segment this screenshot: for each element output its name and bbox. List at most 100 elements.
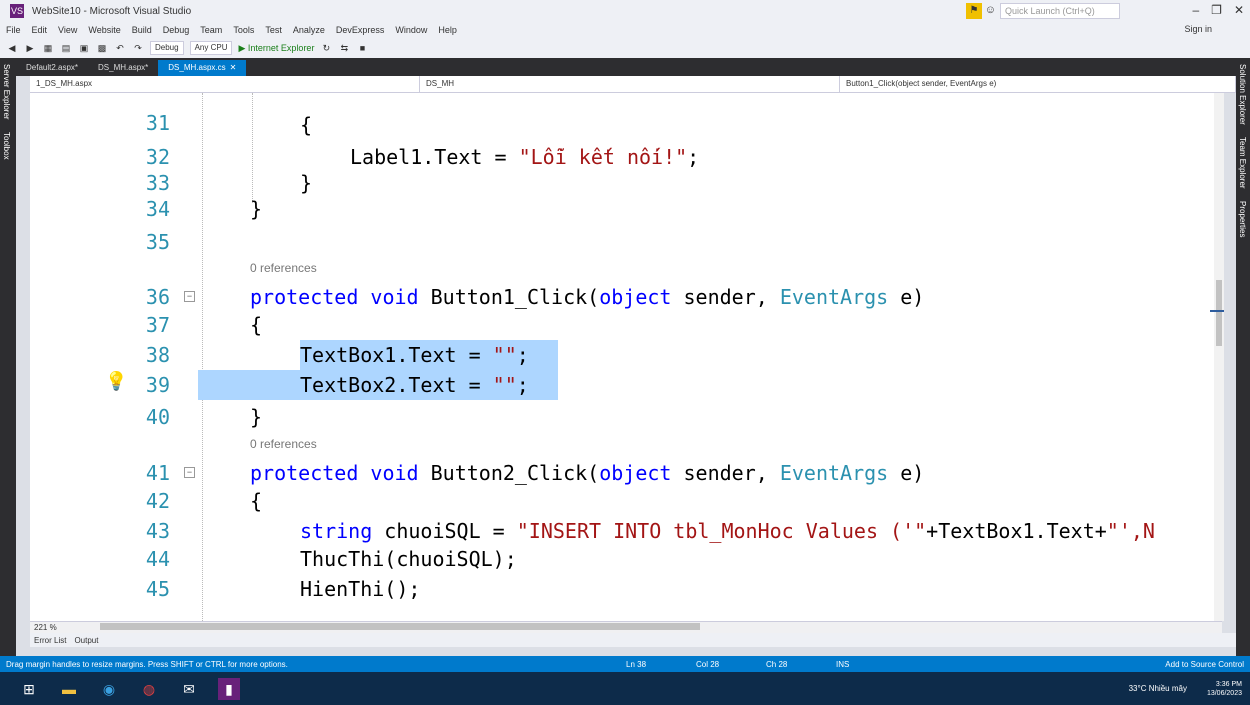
weather-widget[interactable]: 33°C Nhiều mây — [1129, 684, 1187, 693]
back-icon[interactable]: ◀ — [6, 42, 18, 54]
code-token: e) — [888, 285, 925, 309]
code-line-43: string chuoiSQL = "INSERT INTO tbl_MonHo… — [300, 519, 1155, 543]
tab-ds-mh-aspx[interactable]: DS_MH.aspx* — [88, 60, 158, 76]
left-tool-rail: Server Explorer Toolbox — [0, 58, 16, 660]
status-message: Drag margin handles to resize margins. P… — [6, 659, 288, 669]
open-icon[interactable]: ▤ — [60, 42, 72, 54]
tab-default2[interactable]: Default2.aspx* — [16, 60, 88, 76]
configuration-dropdown[interactable]: Debug — [150, 41, 184, 55]
menu-help[interactable]: Help — [438, 25, 457, 35]
menu-file[interactable]: File — [6, 25, 21, 35]
code-editor[interactable]: 31 32 33 34 35 36 37 38 39 40 41 42 43 4… — [30, 93, 1222, 621]
output-tab[interactable]: Output — [74, 636, 98, 645]
properties-tab[interactable]: Properties — [1236, 195, 1249, 243]
code-token: void — [358, 461, 419, 485]
visual-studio-icon: VS — [10, 4, 24, 18]
team-explorer-tab[interactable]: Team Explorer — [1236, 131, 1249, 195]
undo-icon[interactable]: ↶ — [114, 42, 126, 54]
code-token: Button1_Click( — [418, 285, 600, 309]
lightbulb-icon[interactable]: 💡 — [105, 371, 127, 392]
vertical-scrollbar[interactable] — [1214, 93, 1224, 621]
menu-debug[interactable]: Debug — [163, 25, 190, 35]
zoom-level-dropdown[interactable]: 221 % — [34, 623, 57, 632]
line-number: 39 — [145, 373, 170, 397]
code-line-31: { — [300, 113, 313, 137]
menu-build[interactable]: Build — [132, 25, 152, 35]
sign-in-link[interactable]: Sign in — [1184, 24, 1212, 34]
right-tool-rail: Solution Explorer Team Explorer Properti… — [1236, 58, 1250, 660]
visual-studio-taskbar-icon[interactable]: ▮ — [218, 677, 240, 700]
menu-window[interactable]: Window — [395, 25, 427, 35]
file-explorer-icon[interactable]: ▬ — [58, 678, 80, 700]
close-tab-icon[interactable]: ✕ — [230, 63, 237, 72]
close-icon[interactable]: ✕ — [1234, 3, 1244, 17]
windows-taskbar: ⊞ ▬ ◉ ◍ ✉ ▮ 33°C Nhiều mây 3:36 PM 13/06/… — [0, 672, 1250, 705]
server-explorer-tab[interactable]: Server Explorer — [0, 58, 13, 126]
forward-icon[interactable]: ▶ — [24, 42, 36, 54]
references-codelens[interactable]: 0 references — [250, 261, 317, 275]
chrome-icon[interactable]: ◍ — [138, 678, 160, 700]
code-token: chuoiSQL = — [372, 519, 517, 543]
references-codelens[interactable]: 0 references — [250, 437, 317, 451]
collapse-toggle-icon[interactable]: − — [184, 467, 195, 478]
horizontal-scroll-thumb[interactable] — [100, 623, 700, 630]
line-number: 33 — [145, 171, 170, 195]
refresh-icon[interactable]: ↻ — [320, 42, 332, 54]
clock[interactable]: 3:36 PM 13/06/2023 — [1207, 680, 1242, 698]
code-token: "" — [492, 343, 517, 367]
code-line-44: ThucThi(chuoiSQL); — [300, 547, 517, 571]
browser-link-icon[interactable]: ⇆ — [338, 42, 350, 54]
code-token: sender, — [671, 461, 780, 485]
navigation-bar: 1_DS_MH.aspx DS_MH Button1_Click(object … — [30, 75, 1236, 93]
save-all-icon[interactable]: ▩ — [96, 42, 108, 54]
code-line-42: { — [250, 489, 263, 513]
clock-time: 3:36 PM — [1215, 680, 1242, 688]
mail-icon[interactable]: ✉ — [178, 678, 200, 700]
status-insert-mode: INS — [836, 659, 850, 669]
vertical-scroll-thumb[interactable] — [1216, 280, 1222, 346]
quick-launch-input[interactable]: Quick Launch (Ctrl+Q) — [1000, 3, 1120, 19]
collapse-toggle-icon[interactable]: − — [184, 291, 195, 302]
add-to-source-control-button[interactable]: Add to Source Control — [1165, 660, 1244, 669]
menu-test[interactable]: Test — [265, 25, 282, 35]
menu-view[interactable]: View — [58, 25, 77, 35]
class-dropdown[interactable]: DS_MH — [420, 75, 840, 93]
code-line-41: protected void Button2_Click(object send… — [250, 461, 924, 485]
code-token: "" — [492, 373, 517, 397]
maximize-icon[interactable]: ❐ — [1211, 3, 1222, 17]
indent-guide — [202, 93, 203, 621]
tab-ds-mh-cs[interactable]: DS_MH.aspx.cs ✕ — [158, 60, 247, 76]
code-token: Label1.Text = — [350, 145, 519, 169]
toolbox-tab[interactable]: Toolbox — [0, 126, 13, 166]
line-number: 37 — [145, 313, 170, 337]
code-token: +TextBox1.Text+ — [926, 519, 1107, 543]
notification-flag-icon[interactable]: ⚑ — [966, 3, 982, 19]
code-line-34: } — [250, 197, 263, 221]
menu-devexpress[interactable]: DevExpress — [336, 25, 385, 35]
menu-team[interactable]: Team — [200, 25, 222, 35]
line-number: 44 — [145, 547, 170, 571]
menu-tools[interactable]: Tools — [233, 25, 254, 35]
new-project-icon[interactable]: ▦ — [42, 42, 54, 54]
feedback-icon[interactable]: ☺ — [985, 4, 996, 16]
save-icon[interactable]: ▣ — [78, 42, 90, 54]
start-icon[interactable]: ⊞ — [18, 678, 40, 700]
menu-website[interactable]: Website — [88, 25, 120, 35]
redo-icon[interactable]: ↷ — [132, 42, 144, 54]
run-button[interactable]: ▶ Internet Explorer — [238, 43, 314, 54]
clock-date: 13/06/2023 — [1206, 689, 1242, 697]
platform-dropdown[interactable]: Any CPU — [189, 41, 233, 55]
solution-explorer-tab[interactable]: Solution Explorer — [1236, 58, 1249, 131]
menu-edit[interactable]: Edit — [32, 25, 48, 35]
member-dropdown[interactable]: Button1_Click(object sender, EventArgs e… — [840, 75, 1236, 93]
bookmark-icon[interactable]: ■ — [356, 42, 368, 54]
error-list-tab[interactable]: Error List — [34, 636, 66, 645]
code-token: "INSERT INTO tbl_MonHoc Values ('" — [516, 519, 927, 543]
line-number: 41 — [145, 461, 170, 485]
code-line-38: TextBox1.Text = ""; — [300, 343, 529, 367]
edge-icon[interactable]: ◉ — [98, 678, 120, 700]
project-dropdown[interactable]: 1_DS_MH.aspx — [30, 75, 420, 93]
menu-analyze[interactable]: Analyze — [293, 25, 325, 35]
code-token: sender, — [671, 285, 780, 309]
minimize-icon[interactable]: – — [1192, 3, 1199, 17]
